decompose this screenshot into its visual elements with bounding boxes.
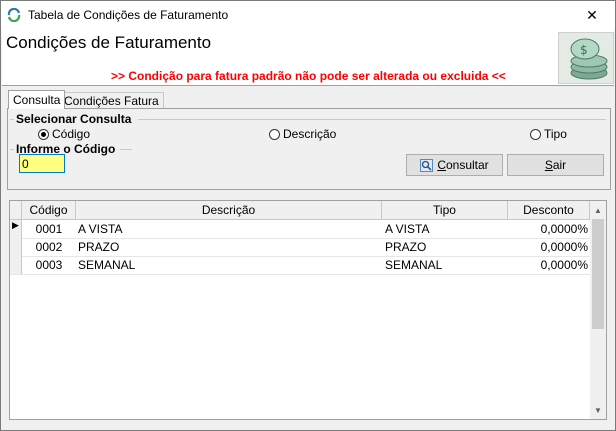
cell-desconto: 0,0000% [540, 258, 588, 272]
column-header-codigo[interactable]: Código [22, 201, 76, 219]
indicator-header [10, 201, 22, 219]
warning-note: >> Condição para fatura padrão não pode … [111, 69, 506, 83]
group-divider [10, 149, 14, 150]
scroll-up-icon[interactable]: ▲ [590, 202, 606, 218]
cell-tipo: SEMANAL [385, 258, 443, 272]
title-bar: Tabela de Condições de Faturamento ✕ [1, 1, 615, 30]
cell-codigo: 0002 [35, 240, 63, 254]
radio-label: Código [52, 127, 91, 141]
app-icon [7, 8, 21, 22]
column-header-desconto[interactable]: Desconto [508, 201, 590, 219]
current-row-arrow-icon: ▶ [12, 220, 19, 230]
row-indicator [10, 256, 22, 274]
column-header-descricao[interactable]: Descrição [76, 201, 382, 219]
cell-codigo: 0001 [35, 222, 63, 236]
radio-codigo[interactable]: Código [38, 127, 90, 141]
sair-label: Sair [544, 158, 567, 172]
cell-codigo: 0003 [35, 258, 63, 272]
results-grid[interactable]: Código Descrição Tipo Desconto ▶ 0001 A … [9, 200, 607, 420]
close-button[interactable]: ✕ [569, 1, 615, 30]
cell-desconto: 0,0000% [540, 222, 588, 236]
radio-indicator [38, 128, 49, 140]
table-row[interactable]: 0002 PRAZO PRAZO 0,0000% [10, 238, 590, 257]
svg-text:$: $ [580, 43, 588, 57]
table-row[interactable]: ▶ 0001 A VISTA A VISTA 0,0000% [10, 220, 590, 239]
consultar-label: Consultar [437, 158, 489, 172]
group-divider [120, 149, 132, 150]
group-divider [10, 119, 14, 120]
select-consulta-label: Selecionar Consulta [16, 112, 132, 126]
close-icon: ✕ [586, 7, 598, 23]
scrollbar-thumb[interactable] [592, 219, 604, 329]
radio-label: Descrição [283, 127, 337, 141]
sair-button[interactable]: Sair [507, 154, 604, 176]
radio-indicator [530, 128, 541, 140]
cell-tipo: PRAZO [385, 240, 427, 254]
vertical-scrollbar[interactable]: ▲ ▼ [590, 201, 606, 419]
scroll-down-icon[interactable]: ▼ [590, 402, 606, 418]
column-header-tipo[interactable]: Tipo [382, 201, 508, 219]
tab-consulta[interactable]: Consulta [8, 90, 66, 109]
consulta-panel: Selecionar Consulta Código Descrição Tip… [7, 108, 611, 190]
cell-descricao: PRAZO [78, 240, 120, 254]
tab-condicoes-fatura[interactable]: Condições Fatura [59, 92, 164, 109]
header: Condições de Faturamento >> Condição par… [2, 30, 614, 86]
cell-descricao: A VISTA [78, 222, 123, 236]
codigo-input[interactable] [19, 154, 65, 173]
table-row[interactable]: 0003 SEMANAL SEMANAL 0,0000% [10, 256, 590, 275]
row-indicator: ▶ [10, 220, 22, 238]
radio-descricao[interactable]: Descrição [269, 127, 336, 141]
radio-tipo[interactable]: Tipo [530, 127, 567, 141]
radio-label: Tipo [544, 127, 567, 141]
cell-desconto: 0,0000% [540, 240, 588, 254]
consultar-button[interactable]: Consultar [406, 154, 503, 176]
row-indicator [10, 238, 22, 256]
cell-tipo: A VISTA [385, 222, 430, 236]
window: Tabela de Condições de Faturamento ✕ Con… [0, 0, 616, 431]
coins-logo-icon: $ [558, 32, 614, 84]
page-title: Condições de Faturamento [6, 33, 212, 52]
cell-descricao: SEMANAL [78, 258, 136, 272]
grid-header: Código Descrição Tipo Desconto [10, 201, 590, 220]
group-divider [138, 119, 606, 120]
search-icon [420, 158, 434, 172]
window-title: Tabela de Condições de Faturamento [28, 8, 229, 22]
radio-indicator [269, 128, 280, 140]
